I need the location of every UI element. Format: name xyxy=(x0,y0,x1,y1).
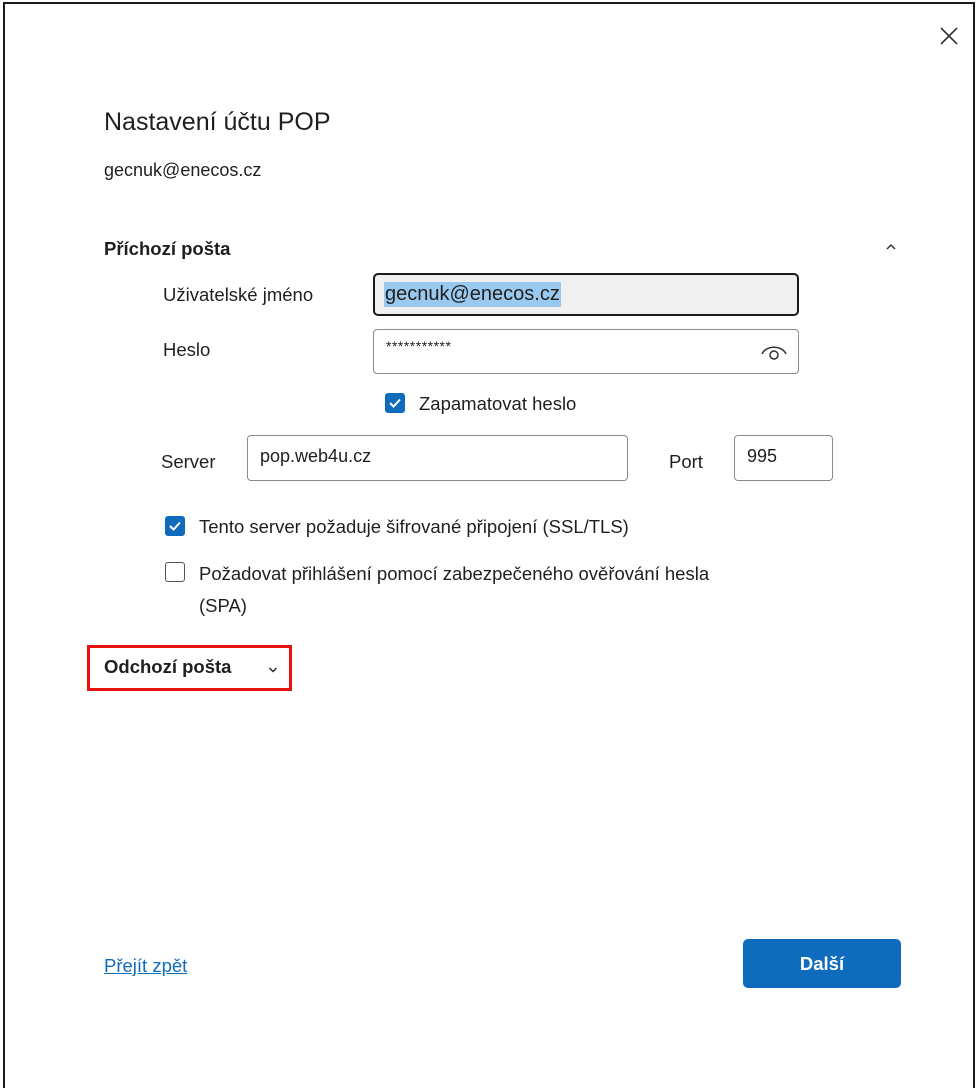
port-label: Port xyxy=(669,451,703,472)
port-value: 995 xyxy=(747,446,778,466)
account-email: gecnuk@enecos.cz xyxy=(104,160,262,180)
checkmark-icon xyxy=(389,398,401,408)
dialog-title: Nastavení účtu POP xyxy=(104,108,331,136)
next-button[interactable]: Další xyxy=(743,939,901,988)
username-input[interactable]: gecnuk@enecos.cz xyxy=(373,273,799,316)
remember-password-label: Zapamatovat heslo xyxy=(419,393,577,414)
chevron-up-icon[interactable] xyxy=(883,240,899,254)
password-label: Heslo xyxy=(163,339,211,360)
spa-label-line1: Požadovat přihlášení pomocí zabezpečenéh… xyxy=(199,563,710,584)
server-input[interactable]: pop.web4u.cz xyxy=(247,435,628,481)
password-value: *********** xyxy=(386,338,452,354)
outgoing-mail-toggle[interactable]: Odchozí pošta xyxy=(104,656,231,678)
password-input[interactable]: *********** xyxy=(373,329,799,374)
checkmark-icon xyxy=(169,521,181,531)
dialog-window: Nastavení účtu POP gecnuk@enecos.cz Příc… xyxy=(3,2,975,1088)
close-icon[interactable] xyxy=(937,24,961,48)
server-label: Server xyxy=(161,451,216,472)
port-input[interactable]: 995 xyxy=(734,435,833,481)
server-value: pop.web4u.cz xyxy=(260,446,372,466)
chevron-down-icon[interactable] xyxy=(268,666,278,674)
username-label: Uživatelské jméno xyxy=(163,284,314,305)
incoming-mail-heading: Příchozí pošta xyxy=(104,238,231,259)
ssl-checkbox[interactable] xyxy=(165,516,185,536)
username-value: gecnuk@enecos.cz xyxy=(384,282,561,307)
eye-icon[interactable] xyxy=(760,340,788,362)
go-back-link[interactable]: Přejít zpět xyxy=(104,955,187,977)
remember-password-checkbox[interactable] xyxy=(385,393,405,413)
ssl-label: Tento server požaduje šifrované připojen… xyxy=(199,516,629,537)
spa-checkbox[interactable] xyxy=(165,562,185,582)
spa-label-line2: (SPA) xyxy=(199,595,247,616)
